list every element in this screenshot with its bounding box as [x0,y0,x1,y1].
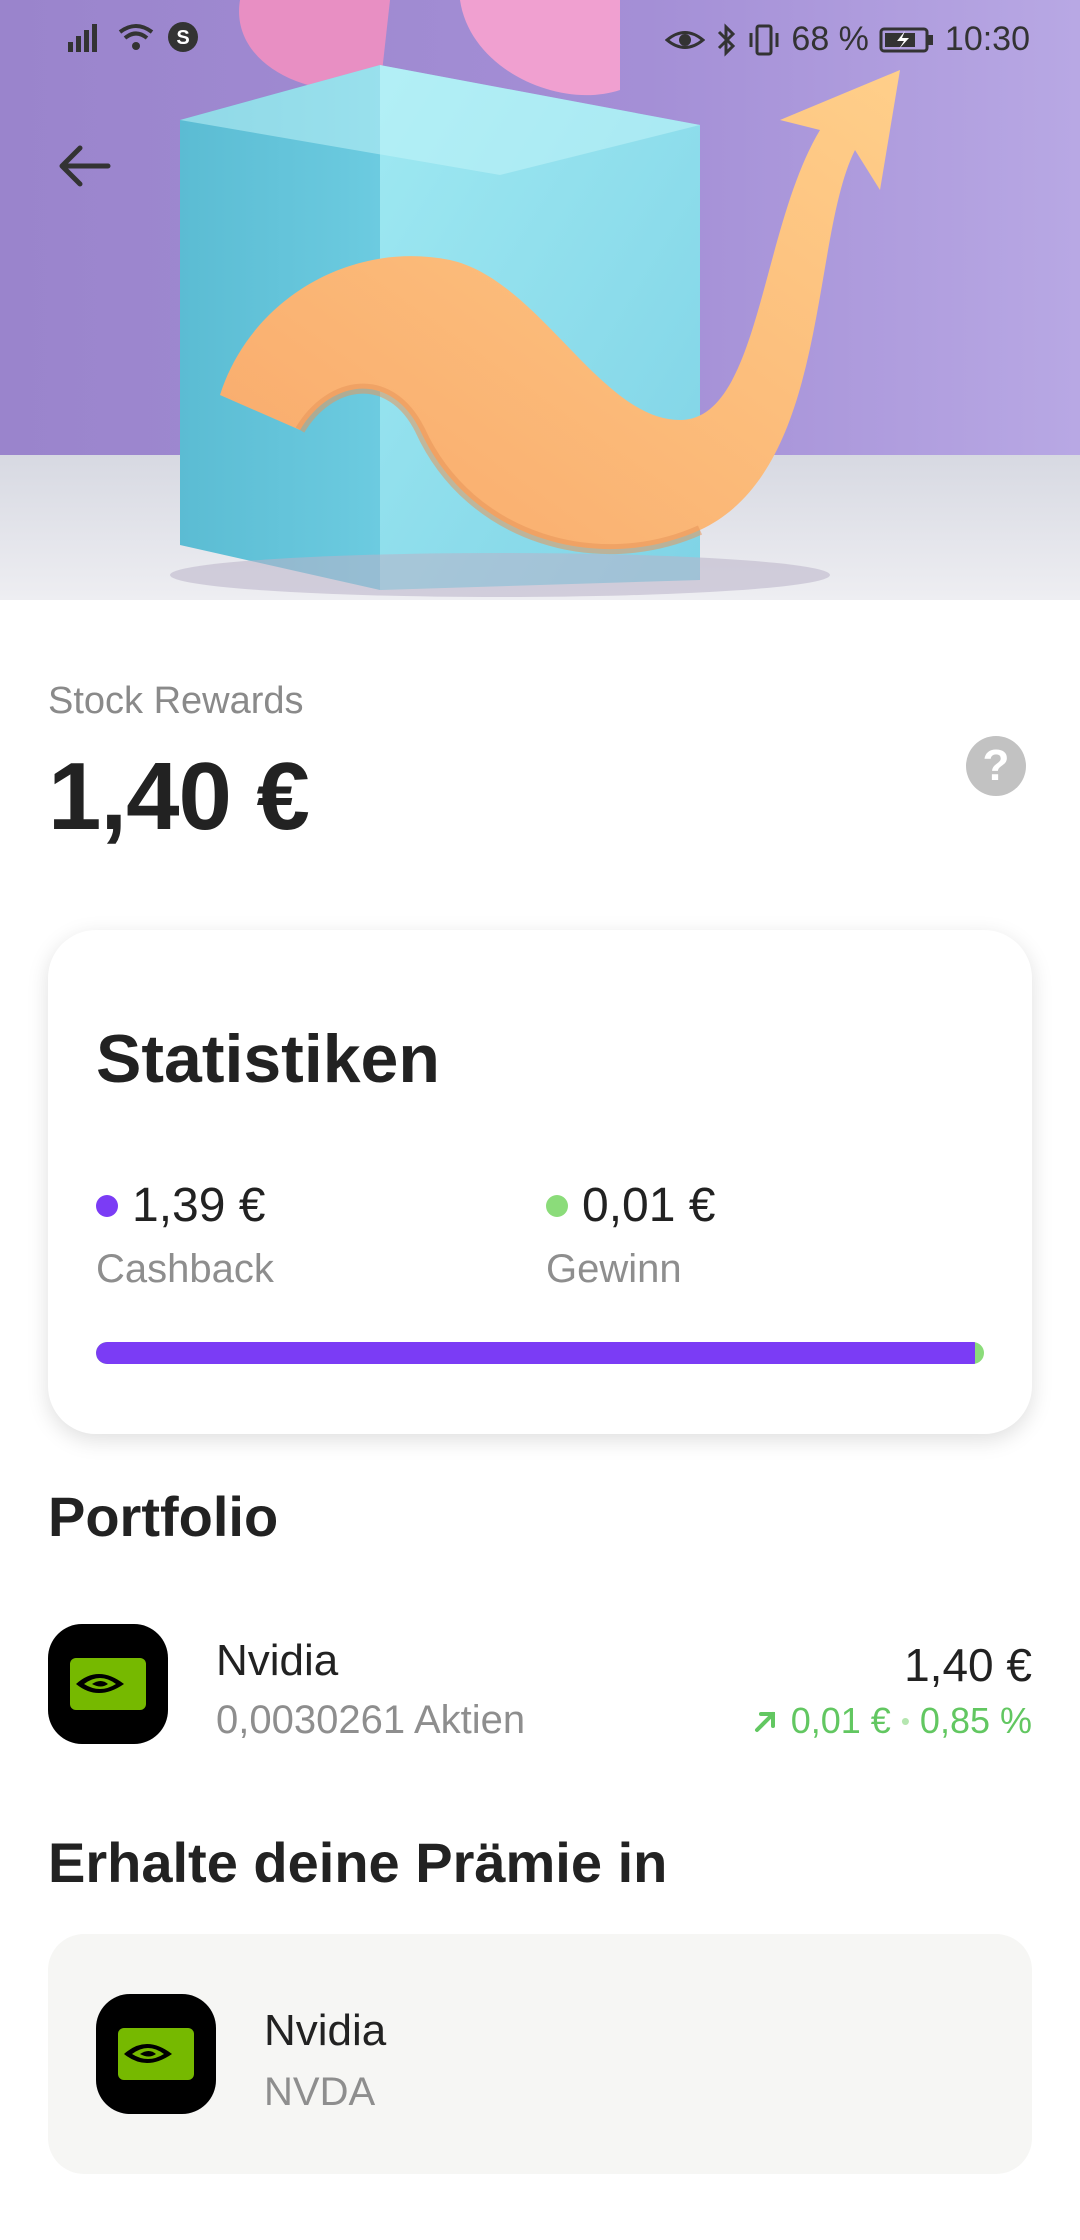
reward-stock-selector[interactable]: Nvidia NVDA [48,1934,1032,2174]
app-notification-icon: S [168,22,198,52]
reward-in-title: Erhalte deine Prämie in [48,1831,668,1894]
cashback-progress-fill [96,1342,976,1364]
portfolio-item-shares: 0,0030261 Aktien [216,1698,526,1742]
rewards-label: Stock Rewards [48,680,304,722]
portfolio-item-change: 0,01 € • 0,85 % [751,1700,1032,1742]
gift-box-illustration [0,0,1080,600]
signal-icon [68,24,97,52]
rewards-total-amount: 1,40 € [48,743,310,850]
arrow-up-right-icon [754,1712,775,1732]
change-amount: 0,01 € [790,1700,891,1741]
gain-legend-dot [546,1194,568,1217]
back-button[interactable] [48,130,120,202]
reward-stock-ticker: NVDA [264,2070,376,2114]
reward-stock-name: Nvidia [264,2006,387,2055]
change-separator-dot: • [900,1705,910,1736]
hero-illustration [0,0,1080,600]
portfolio-item-name: Nvidia [216,1636,339,1685]
arrow-left-icon [59,145,111,187]
gain-label: Gewinn [546,1247,682,1291]
bluetooth-icon [718,22,736,57]
cashback-legend-dot [96,1194,118,1217]
help-button[interactable]: ? [966,736,1026,796]
status-bar: S 68 % 10:30 [0,0,1080,80]
status-time: 10:30 [944,20,1030,58]
vibrate-icon [749,24,779,55]
cashback-value: 1,39 € [132,1179,266,1232]
cashback-label: Cashback [96,1247,274,1291]
question-mark-icon: ? [982,741,1010,790]
gain-value: 0,01 € [582,1179,716,1232]
cashback-stat: 1,39 € Cashback [96,1178,274,1292]
nvidia-logo [48,1624,168,1744]
nvidia-eye-icon [118,2028,194,2080]
portfolio-title: Portfolio [48,1485,279,1548]
nvidia-eye-icon [70,1658,146,1710]
svg-text:S: S [176,27,189,49]
change-percent: 0,85 % [919,1700,1032,1741]
statistics-title: Statistiken [96,1021,440,1097]
gain-stat: 0,01 € Gewinn [546,1178,715,1292]
eye-comfort-icon [665,30,706,49]
wifi-icon [118,24,154,50]
battery-percent: 68 % [791,20,869,58]
nvidia-logo [96,1994,216,2114]
battery-charging-icon [879,27,933,52]
statistics-card: Statistiken 1,39 € Cashback 0,01 € Gewin… [48,930,1032,1434]
portfolio-item-value: 1,40 € [904,1639,1032,1691]
cashback-gain-progress-bar [96,1342,984,1364]
